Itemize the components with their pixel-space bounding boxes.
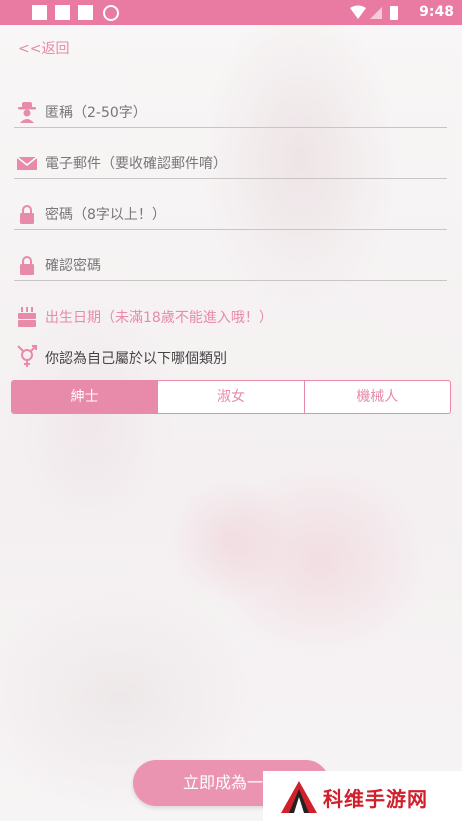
gender-option-robot[interactable]: 機械人: [303, 381, 450, 413]
confirm-password-field[interactable]: 確認密碼: [14, 250, 447, 281]
email-placeholder: 電子郵件（要收確認郵件唷）: [45, 156, 227, 172]
back-link[interactable]: <<返回: [18, 38, 69, 58]
birthday-cake-icon: [18, 307, 36, 327]
lock-icon: [20, 256, 34, 275]
nickname-placeholder: 匿稱（2-50字）: [45, 105, 147, 121]
envelope-icon: [16, 156, 38, 170]
watermark-text: 科维手游网: [323, 787, 428, 811]
birthday-field[interactable]: 出生日期（未滿18歲不能進入哦！）: [14, 302, 447, 332]
gender-question: 你認為自己屬於以下哪個類別: [14, 344, 447, 370]
battery-icon: [390, 6, 398, 20]
cell-signal-icon: [370, 7, 382, 19]
watermark-logo-icon: [281, 781, 317, 813]
transgender-icon: [17, 345, 37, 367]
lock-icon: [20, 205, 34, 224]
notification-icon: [32, 5, 47, 20]
status-bar: 9:48: [0, 0, 462, 25]
status-time: 9:48: [419, 4, 454, 20]
password-field[interactable]: 密碼（8字以上！）: [14, 199, 447, 230]
birthday-placeholder: 出生日期（未滿18歲不能進入哦！）: [45, 310, 273, 326]
password-placeholder: 密碼（8字以上！）: [45, 207, 166, 223]
gender-option-gentleman[interactable]: 紳士: [12, 381, 158, 413]
gender-option-lady[interactable]: 淑女: [157, 381, 303, 413]
gender-segmented-control: 紳士 淑女 機械人: [11, 380, 451, 414]
app-notification-icon: [103, 5, 119, 21]
watermark: 科维手游网: [263, 771, 462, 821]
confirm-password-placeholder: 確認密碼: [45, 258, 101, 274]
wifi-icon: [350, 5, 366, 19]
nickname-field[interactable]: 匿稱（2-50字）: [14, 97, 447, 128]
signal-battery-icons: [350, 5, 398, 20]
email-field[interactable]: 電子郵件（要收確認郵件唷）: [14, 148, 447, 179]
notification-icon: [78, 5, 93, 20]
notification-icon: [55, 5, 70, 20]
gender-question-label: 你認為自己屬於以下哪個類別: [45, 351, 227, 367]
user-hat-icon: [18, 102, 36, 123]
